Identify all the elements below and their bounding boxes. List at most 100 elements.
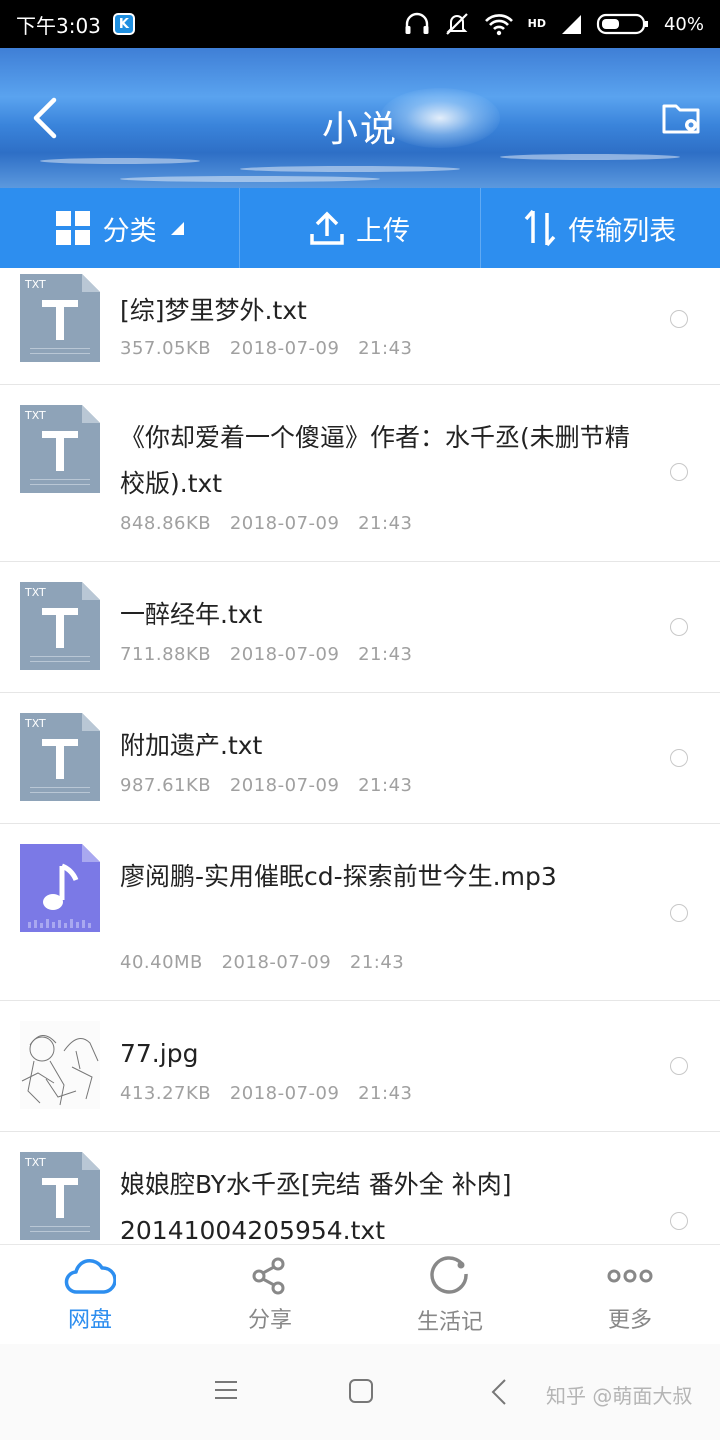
- txt-file-icon: TXT: [20, 582, 100, 670]
- file-row[interactable]: TXT 一醉经年.txt 711.88KB 2018-07-09 21:43: [0, 562, 720, 693]
- file-row[interactable]: 77.jpg 413.27KB 2018-07-09 21:43: [0, 1001, 720, 1132]
- file-size: 40.40MB: [120, 952, 203, 973]
- file-size: 848.86KB: [120, 513, 212, 534]
- file-meta: 711.88KB 2018-07-09 21:43: [120, 644, 412, 665]
- wifi-icon: [484, 14, 513, 36]
- caret-icon: [170, 222, 184, 235]
- file-name: [综]梦里梦外.txt: [120, 296, 307, 325]
- tab-more[interactable]: 更多: [540, 1245, 720, 1344]
- watermark-text: 知乎 @萌面大叔: [546, 1384, 693, 1408]
- file-row[interactable]: TXT 《你却爱着一个傻逼》作者：水千丞(未删节精校版).txt 848.86K…: [0, 385, 720, 562]
- svg-text:TXT: TXT: [24, 717, 46, 730]
- grid-icon: [55, 211, 90, 245]
- tab-label: 网盘: [67, 1307, 112, 1333]
- transfer-list-label: 传输列表: [568, 215, 677, 247]
- file-date: 2018-07-09: [229, 644, 340, 665]
- select-radio[interactable]: [670, 463, 688, 481]
- upload-icon: [310, 211, 344, 245]
- file-meta: 987.61KB 2018-07-09 21:43: [120, 775, 412, 796]
- file-time: 21:43: [349, 952, 405, 973]
- file-time: 21:43: [358, 1083, 413, 1104]
- file-date: 2018-07-09: [221, 952, 332, 973]
- file-time: 21:43: [358, 644, 413, 665]
- headset-icon: [405, 12, 429, 34]
- tab-cloud-drive[interactable]: 网盘: [0, 1245, 180, 1344]
- back-nav-icon[interactable]: [490, 1378, 508, 1406]
- music-file-icon: [20, 844, 100, 932]
- file-list: TXT [综]梦里梦外.txt 357.05KB 2018-07-09 21:4…: [0, 268, 720, 1244]
- select-radio[interactable]: [670, 618, 688, 636]
- file-date: 2018-07-09: [229, 1083, 340, 1104]
- svg-text:TXT: TXT: [24, 1156, 46, 1169]
- category-button[interactable]: 分类: [0, 188, 241, 268]
- file-size: 357.05KB: [120, 338, 212, 359]
- cloud-icon: [64, 1258, 116, 1294]
- banner-wave: [240, 166, 460, 172]
- transfer-list-button[interactable]: 传输列表: [481, 188, 720, 268]
- select-radio[interactable]: [670, 1212, 688, 1230]
- file-meta: 413.27KB 2018-07-09 21:43: [120, 1083, 412, 1104]
- banner-wave: [40, 158, 200, 164]
- header-banner: 小说: [0, 48, 720, 188]
- select-radio[interactable]: [670, 1057, 688, 1075]
- network-label: HD: [527, 17, 546, 30]
- file-row[interactable]: TXT 娘娘腔BY水千丞[完结 番外全 补肉] 20141004205954.t…: [0, 1132, 720, 1244]
- select-radio[interactable]: [670, 749, 688, 767]
- status-bar: 下午3:03 K HD 40%: [0, 0, 720, 48]
- txt-file-icon: TXT: [20, 713, 100, 801]
- tab-share[interactable]: 分享: [180, 1245, 360, 1344]
- file-date: 2018-07-09: [229, 775, 340, 796]
- signal-icon: [561, 15, 581, 34]
- svg-text:TXT: TXT: [24, 586, 46, 599]
- txt-file-icon: TXT: [20, 405, 100, 493]
- file-name: 一醉经年.txt: [120, 600, 263, 629]
- mute-icon: [445, 13, 468, 35]
- battery-icon: [596, 13, 648, 35]
- status-time: 下午3:03: [16, 13, 101, 38]
- upload-button[interactable]: 上传: [240, 188, 481, 268]
- more-icon: [607, 1269, 653, 1282]
- page-title: 小说: [321, 109, 398, 150]
- home-icon[interactable]: [348, 1378, 374, 1404]
- file-name: 附加遗产.txt: [120, 731, 263, 760]
- svg-text:TXT: TXT: [24, 409, 46, 422]
- svg-text:TXT: TXT: [24, 278, 46, 291]
- tab-life-notes[interactable]: 生活记: [360, 1245, 540, 1344]
- file-name: 娘娘腔BY水千丞[完结 番外全 补肉] 20141004205954.txt: [120, 1170, 512, 1244]
- system-nav-bar: 知乎 @萌面大叔: [0, 1344, 720, 1440]
- select-radio[interactable]: [670, 904, 688, 922]
- file-row[interactable]: 廖阅鹏-实用催眠cd-探索前世今生.mp3 40.40MB 2018-07-09…: [0, 824, 720, 1001]
- banner-wave: [120, 176, 380, 182]
- file-meta: 40.40MB 2018-07-09 21:43: [120, 952, 404, 973]
- file-time: 21:43: [358, 513, 413, 534]
- folder-settings-button[interactable]: [662, 100, 702, 140]
- tab-label: 生活记: [416, 1309, 483, 1335]
- file-size: 711.88KB: [120, 644, 212, 665]
- image-thumbnail: [20, 1021, 100, 1109]
- banner-wave: [500, 154, 680, 160]
- menu-icon[interactable]: [214, 1378, 238, 1402]
- file-meta: 848.86KB 2018-07-09 21:43: [120, 513, 412, 534]
- file-date: 2018-07-09: [229, 513, 340, 534]
- tab-label: 更多: [607, 1307, 652, 1333]
- file-meta: 357.05KB 2018-07-09 21:43: [120, 338, 412, 359]
- file-row[interactable]: TXT 附加遗产.txt 987.61KB 2018-07-09 21:43: [0, 693, 720, 824]
- tab-label: 分享: [247, 1307, 292, 1333]
- bottom-tab-bar: 网盘 分享 生活记 更多: [0, 1244, 720, 1344]
- txt-file-icon: TXT: [20, 1152, 100, 1240]
- circle-icon: [430, 1255, 468, 1294]
- file-name: 77.jpg: [120, 1039, 199, 1068]
- file-row[interactable]: TXT [综]梦里梦外.txt 357.05KB 2018-07-09 21:4…: [0, 268, 720, 385]
- folder-settings-icon: [662, 104, 700, 134]
- share-icon: [252, 1257, 285, 1294]
- transfer-icon: [524, 209, 556, 247]
- file-name: 《你却爱着一个傻逼》作者：水千丞(未删节精校版).txt: [120, 423, 630, 498]
- action-bar: 分类 上传 传输列表: [0, 188, 720, 268]
- file-size: 413.27KB: [120, 1083, 212, 1104]
- file-name: 廖阅鹏-实用催眠cd-探索前世今生.mp3: [120, 862, 557, 891]
- file-size: 987.61KB: [120, 775, 212, 796]
- file-time: 21:43: [358, 338, 413, 359]
- select-radio[interactable]: [670, 310, 688, 328]
- app-notification-icon: K: [112, 13, 135, 35]
- category-label: 分类: [102, 215, 157, 247]
